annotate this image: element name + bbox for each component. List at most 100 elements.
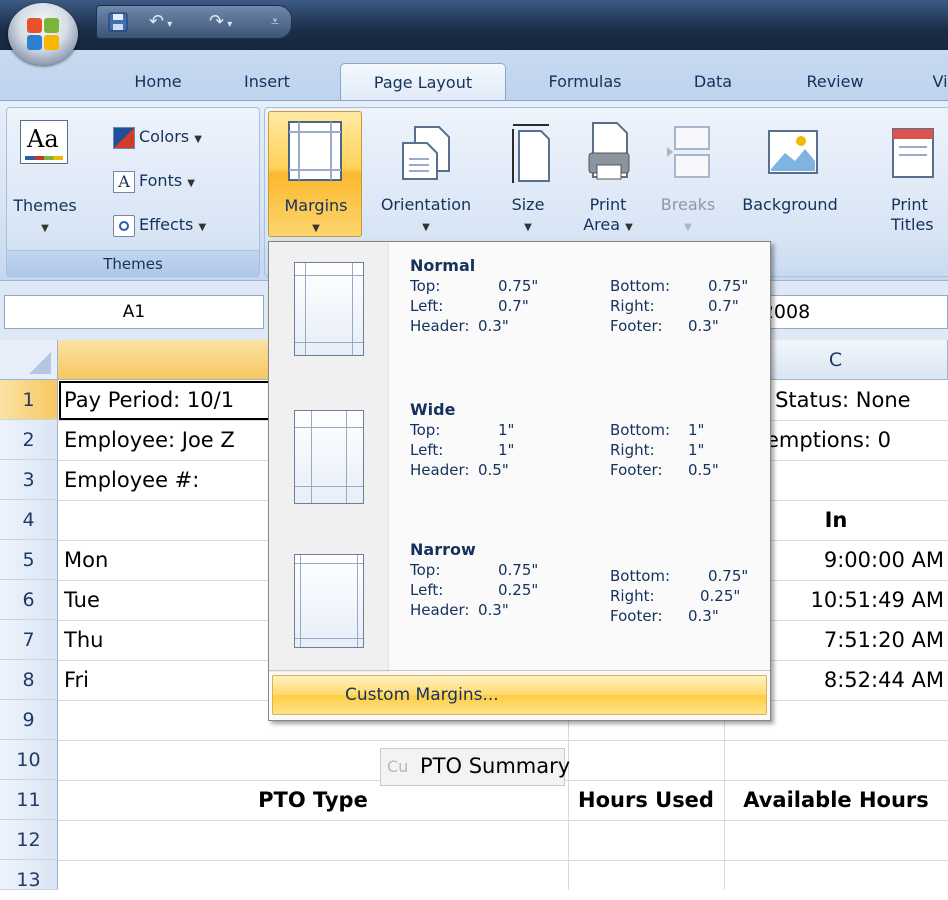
- custom-margins-menu-item[interactable]: Custom Margins...: [272, 675, 767, 715]
- option-left-value: 0.7": [498, 297, 529, 315]
- tab-page-layout[interactable]: Page Layout: [340, 63, 506, 100]
- tab-data[interactable]: Data: [680, 63, 746, 100]
- effects-button[interactable]: Effects ▼: [113, 212, 206, 238]
- office-button[interactable]: [8, 3, 78, 65]
- row-header[interactable]: 11: [0, 780, 58, 820]
- menu-separator: [269, 670, 770, 671]
- print-titles-icon: [892, 128, 934, 178]
- option-left-label: Left:: [410, 297, 444, 315]
- option-right-label: Right:: [610, 297, 655, 315]
- breaks-icon: [667, 126, 710, 178]
- print-area-button[interactable]: Print Area ▼: [571, 111, 645, 237]
- option-footer-value: 0.5": [688, 461, 719, 479]
- option-right-value: 1": [688, 441, 705, 459]
- cell-a6[interactable]: Tue: [64, 580, 100, 620]
- print-area-label-line1: Print: [589, 195, 627, 214]
- margins-icon: [288, 121, 342, 181]
- margin-option-wide[interactable]: Wide Top: 1" Left: 1" Header: 0.5" Botto…: [270, 388, 770, 528]
- cell-a2[interactable]: Employee: Joe Z: [64, 420, 284, 460]
- title-bar: ↶ ▾ ↷ ▾ ⩡: [0, 0, 948, 50]
- fonts-button[interactable]: A Fonts ▼: [113, 168, 195, 194]
- row-header[interactable]: 4: [0, 500, 58, 540]
- cell-a8[interactable]: Fri: [64, 660, 89, 700]
- option-bottom-value: 0.75": [708, 567, 749, 585]
- colors-label: Colors: [139, 127, 190, 146]
- print-titles-label-line2: Titles: [891, 215, 934, 234]
- cell-a1[interactable]: Pay Period: 10/1: [64, 380, 284, 420]
- orientation-label: Orientation: [380, 195, 472, 214]
- margins-button[interactable]: Margins ▼: [268, 111, 362, 237]
- cell-hours-used[interactable]: Hours Used: [568, 780, 724, 820]
- size-button[interactable]: Size ▼: [491, 111, 565, 237]
- wide-margins-icon: [294, 410, 364, 504]
- row-header[interactable]: 2: [0, 420, 58, 460]
- themes-icon: Aa: [20, 120, 68, 164]
- margin-option-narrow[interactable]: Narrow Top: 0.75" Left: 0.25" Header: 0.…: [270, 532, 770, 672]
- cell-a5[interactable]: Mon: [64, 540, 108, 580]
- option-title: Normal: [410, 256, 476, 275]
- margin-option-normal[interactable]: Normal Top: 0.75" Left: 0.7" Header: 0.3…: [270, 248, 770, 388]
- option-right-label: Right:: [610, 441, 655, 459]
- option-top-label: Top:: [410, 277, 441, 295]
- tab-view[interactable]: Vi: [920, 63, 948, 100]
- cell-c2[interactable]: emptions: 0: [766, 420, 948, 460]
- fonts-label: Fonts: [139, 171, 183, 190]
- row-header[interactable]: 13: [0, 860, 58, 891]
- cell-a7[interactable]: Thu: [64, 620, 103, 660]
- undo-icon[interactable]: ↶ ▾: [149, 11, 172, 33]
- option-bottom-value: 1": [688, 421, 705, 439]
- redo-icon[interactable]: ↷ ▾: [209, 11, 232, 33]
- row-header[interactable]: 5: [0, 540, 58, 580]
- background-button[interactable]: Background: [731, 111, 849, 237]
- option-footer-label: Footer:: [610, 317, 663, 335]
- normal-margins-icon: [294, 262, 364, 356]
- option-header-label: Header:: [410, 317, 470, 335]
- tab-formulas[interactable]: Formulas: [530, 63, 640, 100]
- customize-qat-icon[interactable]: ⩡: [271, 11, 279, 33]
- colors-button[interactable]: Colors ▼: [113, 124, 202, 150]
- option-top-value: 0.75": [498, 277, 539, 295]
- option-bottom-label: Bottom:: [610, 421, 671, 439]
- row-header[interactable]: 12: [0, 820, 58, 860]
- option-bottom-label: Bottom:: [610, 567, 671, 585]
- row-header[interactable]: 3: [0, 460, 58, 500]
- option-top-value: 0.75": [498, 561, 539, 579]
- breaks-button[interactable]: Breaks ▼: [651, 111, 725, 237]
- print-area-icon: [588, 122, 630, 180]
- select-all-corner[interactable]: [0, 340, 58, 380]
- cell-pto-summary[interactable]: PTO Summary: [420, 746, 570, 786]
- tooltip-ghost-text: Cu: [387, 757, 409, 776]
- orientation-button[interactable]: Orientation ▼: [367, 111, 485, 237]
- size-label: Size: [511, 195, 545, 214]
- row-header[interactable]: 7: [0, 620, 58, 660]
- cell-available-hours[interactable]: Available Hours: [724, 780, 948, 820]
- name-box[interactable]: A1: [4, 295, 264, 329]
- themes-button[interactable]: Themes ▼: [11, 196, 79, 239]
- option-right-value: 0.25": [700, 587, 741, 605]
- themes-button-label: Themes: [13, 196, 77, 215]
- row-header[interactable]: 1: [0, 380, 58, 420]
- option-bottom-value: 0.75": [708, 277, 749, 295]
- margins-dropdown-menu: Normal Top: 0.75" Left: 0.7" Header: 0.3…: [268, 241, 771, 721]
- background-label: Background: [742, 195, 838, 214]
- cell-a3[interactable]: Employee #:: [64, 460, 284, 500]
- option-footer-value: 0.3": [688, 317, 719, 335]
- size-icon: [512, 124, 550, 183]
- cell-pto-type[interactable]: PTO Type: [58, 780, 568, 820]
- save-icon[interactable]: [107, 11, 129, 33]
- row-header[interactable]: 10: [0, 740, 58, 780]
- row-header[interactable]: 8: [0, 660, 58, 700]
- option-right-label: Right:: [610, 587, 655, 605]
- row-header[interactable]: 9: [0, 700, 58, 740]
- cell-c1[interactable]: x Status: None: [756, 380, 948, 420]
- tab-insert[interactable]: Insert: [230, 63, 304, 100]
- option-header-value: 0.5": [478, 461, 509, 479]
- option-footer-label: Footer:: [610, 607, 663, 625]
- narrow-margins-icon: [294, 554, 364, 648]
- row-header[interactable]: 6: [0, 580, 58, 620]
- print-titles-button[interactable]: Print Titles: [853, 111, 934, 237]
- grid-line: [58, 740, 948, 741]
- tab-home[interactable]: Home: [118, 63, 198, 100]
- tab-review[interactable]: Review: [790, 63, 880, 100]
- option-top-value: 1": [498, 421, 515, 439]
